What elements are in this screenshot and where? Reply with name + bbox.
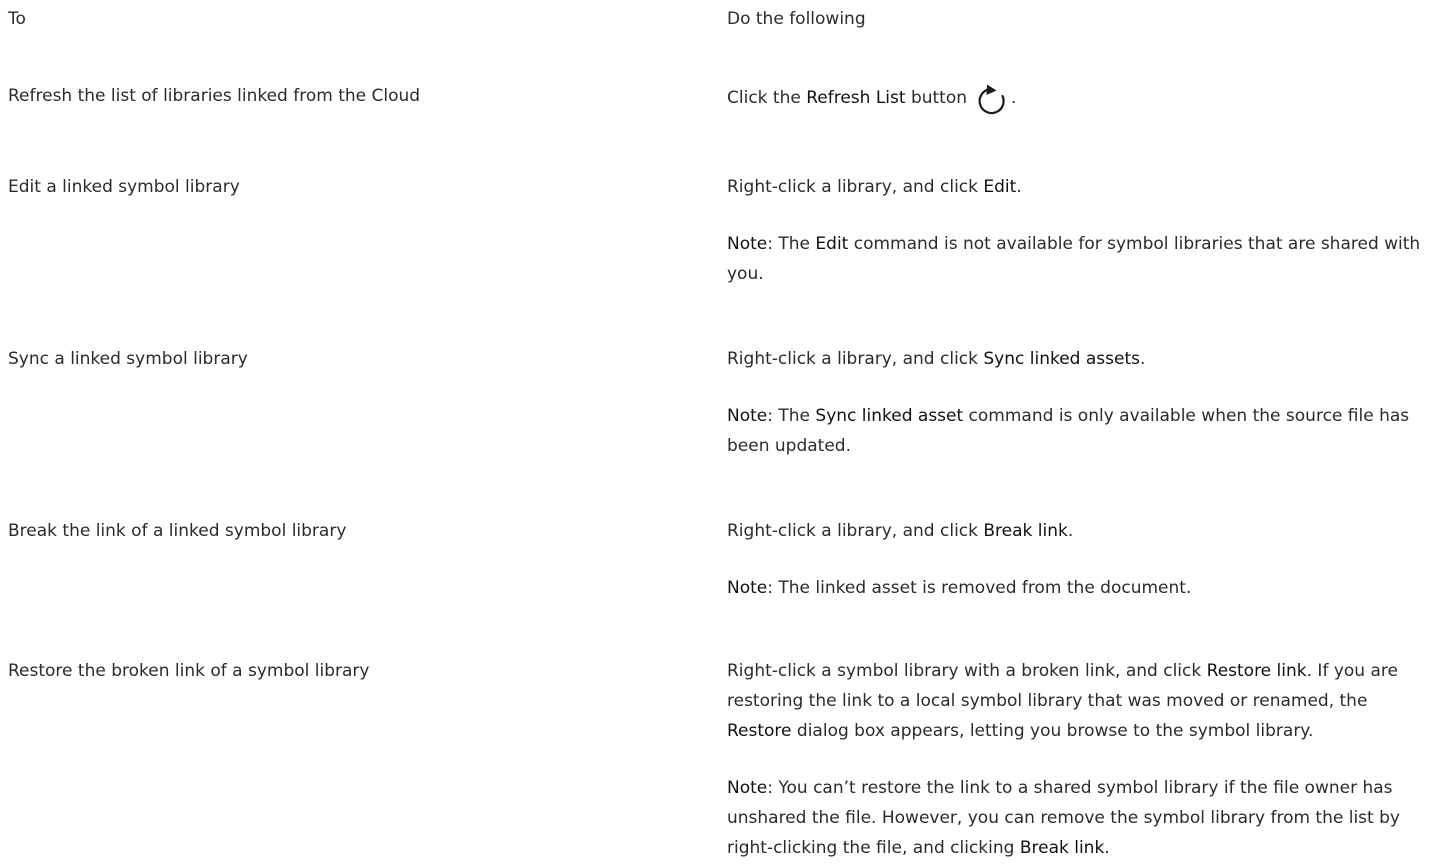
task-refresh-list: Refresh the list of libraries linked fro… xyxy=(8,86,421,106)
ui-term-edit: Edit xyxy=(815,234,849,254)
column-header-to: To xyxy=(8,9,26,29)
action-restore-link: Right-click a symbol library with a brok… xyxy=(727,656,1432,746)
action-break-link: Right-click a library, and click Break l… xyxy=(727,516,1432,546)
note-label: Note xyxy=(727,778,768,798)
action-text: . xyxy=(1011,88,1017,108)
note-restore-link: Note: You can’t restore the link to a sh… xyxy=(727,773,1432,863)
note-text: : The xyxy=(767,406,816,426)
note-break-link: Note: The linked asset is removed from t… xyxy=(727,573,1432,603)
action-sync-library: Right-click a library, and click Sync li… xyxy=(727,344,1432,374)
action-paragraph: Right-click a library, and click Break l… xyxy=(727,516,1432,546)
action-text: . xyxy=(1140,349,1146,369)
action-paragraph: Right-click a library, and click Edit. xyxy=(727,172,1432,202)
column-header-do: Do the following xyxy=(727,9,866,29)
ui-term-sync-linked-assets: Sync linked assets xyxy=(983,349,1140,369)
ui-term-restore-link: Restore link xyxy=(1206,661,1307,681)
ui-term-sync-linked-asset: Sync linked asset xyxy=(815,406,964,426)
task-edit-library: Edit a linked symbol library xyxy=(8,177,240,197)
action-text: . xyxy=(1016,177,1022,197)
action-text: Click the xyxy=(727,88,807,108)
action-edit-library: Right-click a library, and click Edit. xyxy=(727,172,1432,202)
note-label: Note xyxy=(727,578,768,598)
ui-term-edit: Edit xyxy=(983,177,1017,197)
note-text: : The linked asset is removed from the d… xyxy=(767,578,1192,598)
action-text: Right-click a library, and click xyxy=(727,177,984,197)
note-text: . xyxy=(1104,838,1110,858)
note-label: Note xyxy=(727,234,768,254)
action-refresh-list: Click the Refresh List button . xyxy=(727,81,1432,117)
ui-term-restore: Restore xyxy=(727,721,792,741)
refresh-icon xyxy=(975,81,1011,117)
note-text: : The xyxy=(767,234,816,254)
action-text: button xyxy=(905,88,968,108)
note-paragraph: Note: The Sync linked asset command is o… xyxy=(727,401,1432,461)
note-paragraph: Note: You can’t restore the link to a sh… xyxy=(727,773,1432,863)
ui-term-break-link: Break link xyxy=(1019,838,1105,858)
action-text: dialog box appears, letting you browse t… xyxy=(791,721,1314,741)
note-label: Note xyxy=(727,406,768,426)
note-paragraph: Note: The linked asset is removed from t… xyxy=(727,573,1432,603)
ui-term-refresh-list: Refresh List xyxy=(806,88,906,108)
note-edit-library: Note: The Edit command is not available … xyxy=(727,229,1432,289)
note-paragraph: Note: The Edit command is not available … xyxy=(727,229,1432,289)
note-sync-library: Note: The Sync linked asset command is o… xyxy=(727,401,1432,461)
action-text: Right-click a library, and click xyxy=(727,521,984,541)
task-break-link: Break the link of a linked symbol librar… xyxy=(8,521,347,541)
action-paragraph: Right-click a library, and click Sync li… xyxy=(727,344,1432,374)
action-paragraph: Right-click a symbol library with a brok… xyxy=(727,656,1432,746)
action-text: . xyxy=(1067,521,1074,541)
task-restore-link: Restore the broken link of a symbol libr… xyxy=(8,661,370,681)
action-text: Right-click a symbol library with a brok… xyxy=(727,661,1207,681)
ui-term-break-link: Break link xyxy=(983,521,1068,541)
action-text: Right-click a library, and click xyxy=(727,349,984,369)
task-sync-library: Sync a linked symbol library xyxy=(8,349,248,369)
